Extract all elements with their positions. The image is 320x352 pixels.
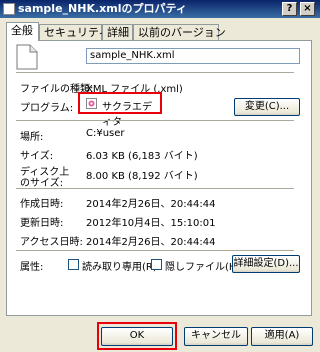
apply-button[interactable]: 適用(A): [251, 327, 313, 346]
tab-details[interactable]: 詳細: [102, 24, 133, 40]
change-program-button[interactable]: 変更(C)...: [234, 98, 300, 116]
tab-security[interactable]: セキュリティ: [39, 24, 109, 40]
accessed-value: 2014年2月26日、20:44:44: [86, 237, 216, 248]
sakura-editor-icon: [86, 98, 97, 109]
hidden-checkbox[interactable]: [151, 259, 162, 270]
window-title: sample_NHK.xmlのプロパティ: [18, 2, 187, 15]
divider: [16, 120, 294, 121]
divider: [16, 72, 294, 73]
program-highlight: サクラエディタ: [78, 92, 162, 128]
file-name-field[interactable]: sample_NHK.xml: [86, 48, 300, 64]
disk-size-value: 8.00 KB (8,192 バイト): [86, 171, 198, 182]
modified-value: 2012年10月4日、15:10:01: [86, 218, 216, 229]
file-icon: [3, 3, 15, 15]
size-label: サイズ:: [20, 151, 54, 162]
divider: [16, 250, 294, 251]
title-bar[interactable]: sample_NHK.xmlのプロパティ ? ×: [0, 0, 320, 18]
tab-general[interactable]: 全般: [6, 22, 39, 41]
disk-size-label-line2: のサイズ:: [20, 178, 64, 189]
ok-button[interactable]: OK: [101, 327, 173, 346]
size-value: 6.03 KB (6,183 バイト): [86, 151, 198, 162]
program-value: サクラエディタ: [102, 102, 152, 128]
advanced-button[interactable]: 詳細設定(D)...: [232, 255, 300, 273]
cancel-button[interactable]: キャンセル: [184, 327, 248, 346]
document-icon: [16, 44, 38, 70]
tab-previous-versions[interactable]: 以前のバージョン: [133, 24, 226, 40]
properties-dialog: sample_NHK.xmlのプロパティ ? × 全般 セキュリティ 詳細 以前…: [0, 0, 320, 352]
close-button[interactable]: ×: [300, 2, 315, 16]
modified-label: 更新日時:: [20, 218, 64, 229]
attributes-label: 属性:: [20, 262, 44, 273]
accessed-label: アクセス日時:: [20, 237, 83, 248]
hidden-label[interactable]: 隠しファイル(H): [165, 258, 240, 273]
readonly-label[interactable]: 読み取り専用(R): [82, 258, 157, 273]
location-value: C:¥user: [86, 128, 125, 139]
help-button[interactable]: ?: [282, 2, 297, 16]
program-label: プログラム:: [20, 103, 74, 114]
created-value: 2014年2月26日、20:44:44: [86, 199, 216, 210]
created-label: 作成日時:: [20, 199, 64, 210]
readonly-checkbox[interactable]: [68, 259, 79, 270]
location-label: 場所:: [20, 132, 44, 143]
divider: [16, 188, 294, 189]
